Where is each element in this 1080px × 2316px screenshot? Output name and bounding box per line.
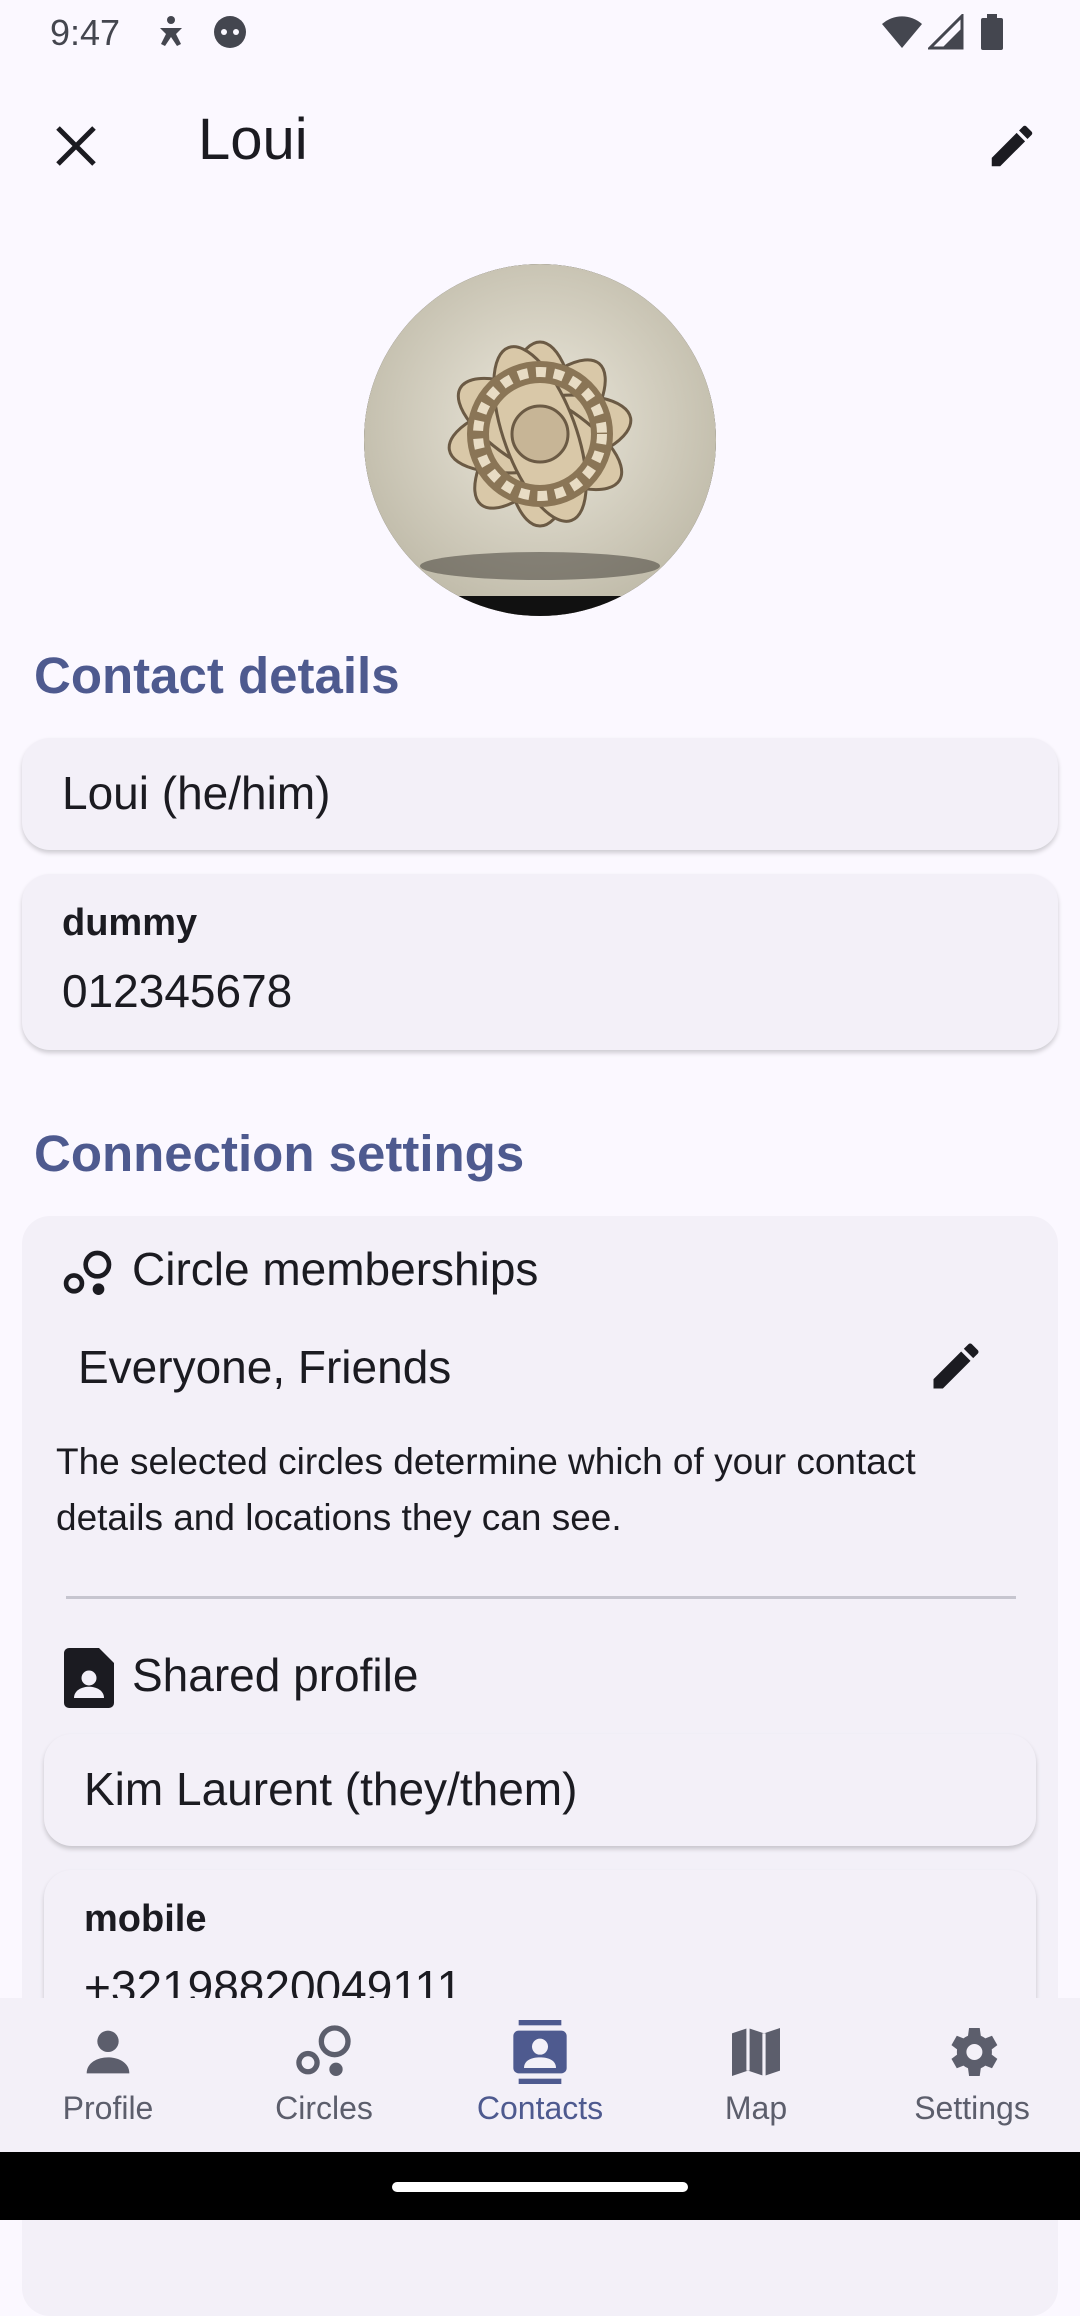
page-title: Loui — [198, 107, 308, 172]
nav-settings[interactable]: Settings — [864, 1998, 1080, 2152]
contact-details-heading: Contact details — [34, 647, 400, 704]
home-handle[interactable] — [392, 2182, 688, 2192]
nav-profile-label: Profile — [62, 2090, 154, 2126]
pencil-icon — [991, 125, 1033, 167]
nav-circles[interactable]: Circles — [216, 1998, 432, 2152]
circles-description: The selected circles determine which of … — [56, 1441, 916, 1538]
close-icon — [56, 126, 96, 166]
knot-flower-image — [364, 264, 716, 616]
shared-profile-label: Shared profile — [132, 1649, 419, 1701]
contact-name-card: Loui (he/him) — [22, 738, 1058, 850]
nav-map-label: Map — [724, 2090, 788, 2126]
circle-memberships-value: Everyone, Friends — [78, 1341, 452, 1393]
top-app-bar: Loui — [0, 66, 1080, 216]
contact-avatar — [364, 264, 716, 616]
status-time: 9:47 — [50, 12, 121, 53]
circle-memberships-label: Circle memberships — [132, 1243, 539, 1295]
nav-contacts-label: Contacts — [476, 2090, 604, 2126]
nav-profile[interactable]: Profile — [0, 1998, 216, 2152]
phone-label: dummy — [62, 902, 198, 944]
status-bar: 9:47 — [0, 0, 1080, 66]
divider — [66, 1596, 1016, 1599]
gear-icon — [951, 2028, 998, 2076]
accessibility-icon — [156, 14, 186, 55]
connection-settings-heading: Connection settings — [34, 1125, 525, 1182]
map-icon — [732, 2028, 780, 2076]
android-icon — [212, 14, 248, 55]
close-button[interactable] — [40, 110, 112, 182]
person-icon — [86, 2030, 130, 2074]
edit-contact-button[interactable] — [976, 110, 1048, 182]
contacts-icon — [513, 2020, 567, 2084]
gesture-bar — [0, 2152, 1080, 2220]
nav-map[interactable]: Map — [648, 1998, 864, 2152]
circles-icon — [296, 2025, 351, 2076]
signal-icon — [926, 12, 964, 55]
phone-value[interactable]: 012345678 — [62, 964, 292, 1018]
nav-circles-label: Circles — [275, 2090, 373, 2126]
wifi-icon — [880, 14, 924, 55]
shared-phone-label: mobile — [84, 1898, 207, 1940]
nav-contacts[interactable]: Contacts — [432, 1998, 648, 2152]
contact-page-icon — [62, 1648, 116, 1713]
shared-name-card: Kim Laurent (they/them) — [44, 1734, 1036, 1846]
pencil-icon — [933, 1343, 979, 1389]
shared-name: Kim Laurent (they/them) — [84, 1763, 578, 1815]
bottom-navigation: Profile Circles Contacts Map Settings — [0, 1998, 1080, 2152]
contact-phone-card: dummy 012345678 — [22, 874, 1058, 1050]
edit-circles-button[interactable] — [926, 1336, 986, 1401]
contact-name: Loui (he/him) — [62, 767, 331, 819]
circles-icon — [60, 1246, 116, 1307]
nav-settings-label: Settings — [914, 2090, 1030, 2126]
battery-icon — [980, 14, 1004, 55]
